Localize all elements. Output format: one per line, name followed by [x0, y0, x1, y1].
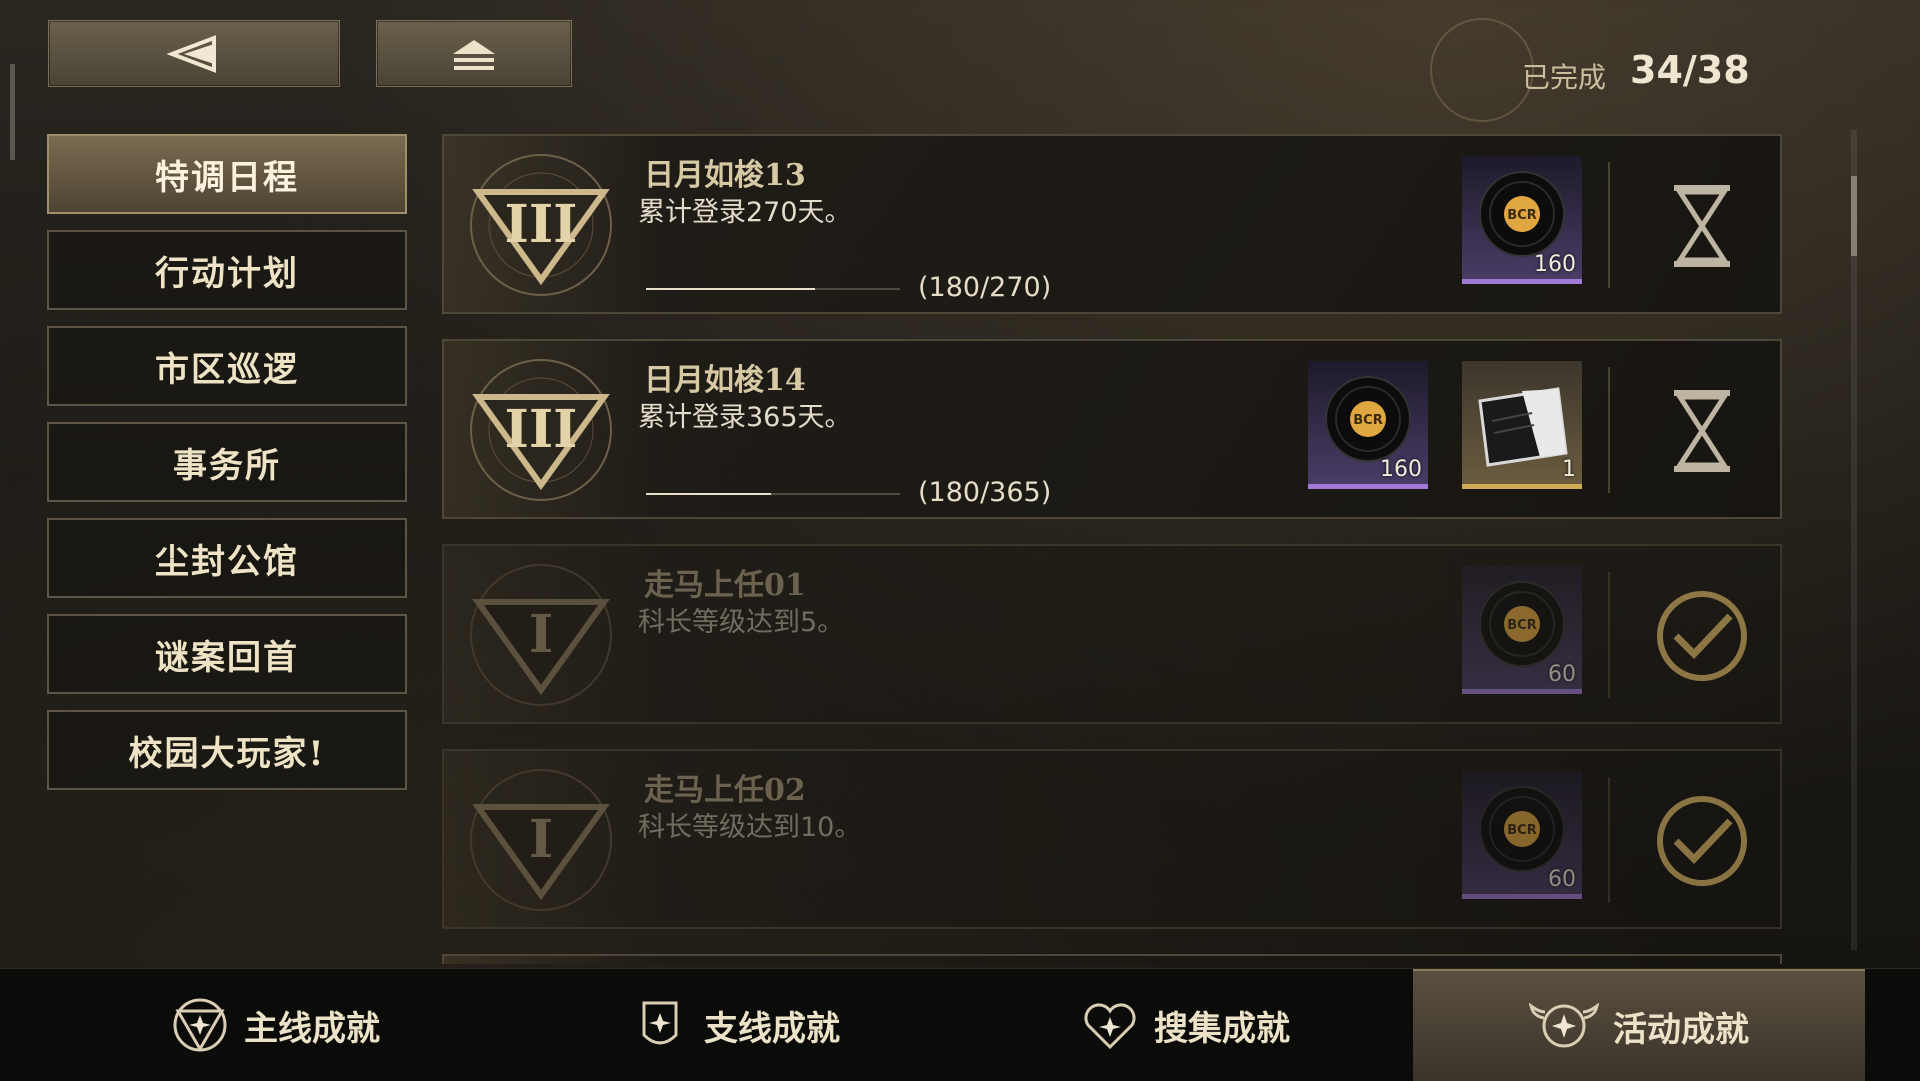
home-icon — [453, 39, 495, 70]
svg-text:I: I — [529, 604, 553, 665]
progress-fill — [646, 288, 816, 290]
sidebar-item-case-review[interactable]: 谜案回首 — [47, 614, 407, 694]
svg-text:III: III — [505, 399, 578, 460]
reward-item[interactable]: BCR 60 — [1462, 771, 1582, 899]
tab-label: 搜集成就 — [1154, 1008, 1290, 1049]
reward-quantity: 60 — [1548, 867, 1576, 892]
tab-side-achievements[interactable]: 支线成就 — [550, 969, 920, 1081]
divider — [1608, 572, 1610, 698]
achievement-title: 走马上任02 — [644, 773, 806, 808]
achievement-card: III 日月如梭14 累计登录365天。 (180/365) BCR 160 1 — [442, 339, 1782, 519]
reward-item[interactable]: 1 — [1462, 361, 1582, 489]
checkmark-icon — [1657, 591, 1747, 681]
svg-text:BCR: BCR — [1507, 823, 1536, 838]
reward-item[interactable]: BCR 160 — [1462, 156, 1582, 284]
progress-text: (180/365) — [918, 477, 1052, 508]
achievement-title: 日月如梭13 — [644, 158, 806, 193]
svg-text:BCR: BCR — [1353, 413, 1382, 428]
reward-quantity: 160 — [1380, 457, 1422, 482]
completed-count: 34/38 — [1630, 48, 1750, 92]
shield-star-icon — [642, 1001, 678, 1045]
tab-label: 主线成就 — [244, 1008, 380, 1049]
progress-fill — [646, 493, 772, 495]
achievement-description: 科长等级达到10。 — [638, 812, 862, 843]
reward-quantity: 1 — [1562, 457, 1576, 482]
sidebar-item-campus-player[interactable]: 校园大玩家! — [47, 710, 407, 790]
bottom-tab-bar: 主线成就 支线成就 搜集成就 活动成就 — [0, 968, 1920, 1081]
counter-ring-decoration — [1430, 18, 1534, 122]
sidebar-item-action-plan[interactable]: 行动计划 — [47, 230, 407, 310]
rank-badge-icon: III — [470, 154, 612, 296]
reward-item[interactable]: BCR 60 — [1462, 566, 1582, 694]
achievement-description: 科长等级达到5。 — [638, 607, 845, 638]
rank-badge-icon: I — [470, 769, 612, 911]
left-scrollbar[interactable] — [10, 64, 15, 160]
rank-badge-icon: I — [470, 564, 612, 706]
tab-collection-achievements[interactable]: 搜集成就 — [1000, 969, 1370, 1081]
triangle-star-icon — [173, 998, 227, 1052]
rank-badge-icon: III — [470, 359, 612, 501]
achievement-card: III 日月如梭13 累计登录270天。 (180/270) BCR 160 — [442, 134, 1782, 314]
tab-main-achievements[interactable]: 主线成就 — [90, 969, 460, 1081]
achievement-description: 累计登录365天。 — [638, 402, 852, 433]
home-button[interactable] — [376, 20, 572, 87]
svg-text:III: III — [505, 194, 578, 255]
divider — [1608, 777, 1610, 903]
hourglass-icon — [1674, 390, 1730, 472]
tab-event-achievements[interactable]: 活动成就 — [1413, 969, 1865, 1081]
list-scrollbar[interactable] — [1851, 130, 1857, 950]
winged-star-icon — [1529, 1002, 1599, 1048]
tab-label: 支线成就 — [704, 1008, 840, 1049]
achievement-title: 日月如梭14 — [644, 363, 806, 398]
achievement-card: I 走马上任01 科长等级达到5。 BCR 60 — [442, 544, 1782, 724]
sidebar-item-special-schedule[interactable]: 特调日程 — [47, 134, 407, 214]
back-button[interactable] — [48, 20, 340, 87]
sidebar-item-city-patrol[interactable]: 市区巡逻 — [47, 326, 407, 406]
svg-text:I: I — [529, 809, 553, 870]
progress-text: (180/270) — [918, 272, 1052, 303]
heart-star-icon — [1084, 1003, 1136, 1050]
achievement-title: 走马上任01 — [644, 568, 806, 603]
svg-text:BCR: BCR — [1507, 618, 1536, 633]
progress-bar — [646, 288, 900, 290]
reward-quantity: 60 — [1548, 662, 1576, 687]
achievement-description: 累计登录270天。 — [638, 197, 852, 228]
achievement-card: I 走马上任02 科长等级达到10。 BCR 60 — [442, 749, 1782, 929]
achievement-card-partial — [442, 954, 1782, 964]
sidebar-item-dusty-mansion[interactable]: 尘封公馆 — [47, 518, 407, 598]
back-arrow-icon — [166, 34, 216, 73]
divider — [1608, 367, 1610, 493]
completion-counter: 已完成 34/38 — [1430, 18, 1810, 128]
svg-text:BCR: BCR — [1507, 208, 1536, 223]
checkmark-icon — [1657, 796, 1747, 886]
achievement-list[interactable]: III 日月如梭13 累计登录270天。 (180/270) BCR 160 I… — [442, 134, 1782, 964]
completed-label: 已完成 — [1522, 61, 1607, 94]
reward-quantity: 160 — [1534, 252, 1576, 277]
tab-label: 活动成就 — [1613, 1009, 1749, 1050]
reward-item[interactable]: BCR 160 — [1308, 361, 1428, 489]
progress-bar — [646, 493, 900, 495]
divider — [1608, 162, 1610, 288]
sidebar-item-office[interactable]: 事务所 — [47, 422, 407, 502]
category-sidebar: 特调日程 行动计划 市区巡逻 事务所 尘封公馆 谜案回首 校园大玩家! — [47, 134, 407, 806]
hourglass-icon — [1674, 185, 1730, 267]
list-scrollbar-thumb[interactable] — [1851, 176, 1857, 256]
